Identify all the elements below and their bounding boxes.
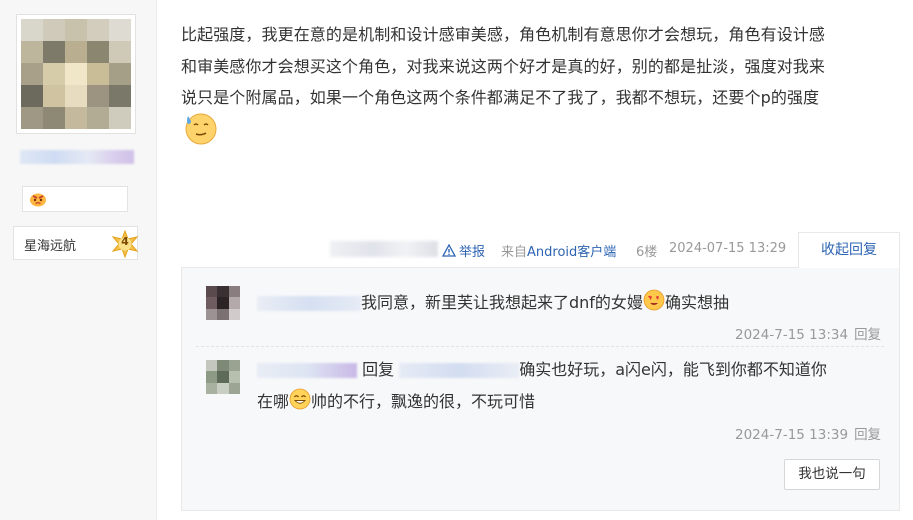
reply-time: 2024-7-15 13:34 [735,327,849,343]
level-star-icon: 4 [111,229,139,259]
warning-icon [442,243,456,257]
add-comment-button[interactable]: 我也说一句 [784,459,880,490]
reply-meta: 2024-7-15 13:34 回复 [735,323,881,343]
post-meta-bar: 举报 来自Android客户端 6楼 2024-07-15 13:29 [330,236,800,264]
collapse-replies-button[interactable]: 收起回复 [798,232,900,268]
post-source: 来自Android客户端 [501,241,616,260]
reply-text: 我同意，新里芙让我想起来了dnf的女嫚 确实想抽 [257,287,729,319]
post-line-2: 和审美感你才会想买这个角色，对我来说这两个好才是真的好，别的都是扯淡，强度对我来 [181,56,826,76]
reply-box: 我同意，新里芙让我想起来了dnf的女嫚 确实想抽 2024-7-15 13:34… [181,267,900,511]
post-content: 比起强度，我更在意的是机制和设计感审美感，角色机制有意思你才会想玩，角色有设计感… [181,19,893,114]
target-username-redacted[interactable] [399,363,520,378]
reply-text-after: 确实想抽 [664,293,729,312]
reply-avatar[interactable] [206,360,240,394]
level-number: 4 [121,235,129,248]
share-redacted [330,241,438,257]
sweat-smile-emoji-icon [185,113,217,145]
reply-word: 回复 [362,360,395,379]
user-sidebar: 星海远航 4 [0,0,157,520]
reply-text: 回复 确实也好玩，a闪e闪，能飞到你都不知道你 [257,354,827,386]
reply-meta: 2024-7-15 13:39 回复 [735,423,881,443]
angry-face-icon [30,193,46,207]
reply-time: 2024-7-15 13:39 [735,427,849,443]
reply-divider [196,346,884,347]
reply-avatar[interactable] [206,286,240,320]
grin-emoji-icon [289,388,311,410]
reply-text-line2: 在哪 帅的不行，飘逸的很，不玩可惜 [257,386,535,418]
avatar-mosaic [21,19,131,129]
client-link[interactable]: Android客户端 [527,245,616,260]
reply-line2-before: 在哪 [257,392,290,411]
reply-line1-after: 确实也好玩，a闪e闪，能飞到你都不知道你 [519,360,827,379]
reply-text-before: 我同意，新里芙让我想起来了dnf的女嫚 [361,293,643,312]
report-label: 举报 [459,245,486,260]
user-level[interactable]: 星海远航 4 [13,226,139,260]
reply-username-redacted[interactable] [257,296,361,311]
floor-number: 6楼 [636,245,658,260]
source-prefix: 来自 [501,245,528,260]
heart-eyes-emoji-icon [643,289,665,311]
post-time: 2024-07-15 13:29 [669,241,787,256]
reply-link[interactable]: 回复 [854,327,881,343]
reply-username-redacted[interactable] [257,363,357,378]
reply-line2-after: 帅的不行，飘逸的很，不玩可惜 [311,392,536,411]
fan-badge[interactable] [22,186,128,212]
username-redacted[interactable] [20,150,134,164]
report-link[interactable]: 举报 [442,241,485,260]
post-line-3: 说只是个附属品，如果一个角色这两个条件都满足不了我了，我都不想玩，还要个p的强度 [181,88,820,107]
reply-link[interactable]: 回复 [854,427,881,443]
avatar[interactable] [16,14,136,134]
level-name: 星海远航 [24,239,77,254]
post-line-1: 比起强度，我更在意的是机制和设计感审美感，角色机制有意思你才会想玩，角色有设计感 [181,25,826,44]
